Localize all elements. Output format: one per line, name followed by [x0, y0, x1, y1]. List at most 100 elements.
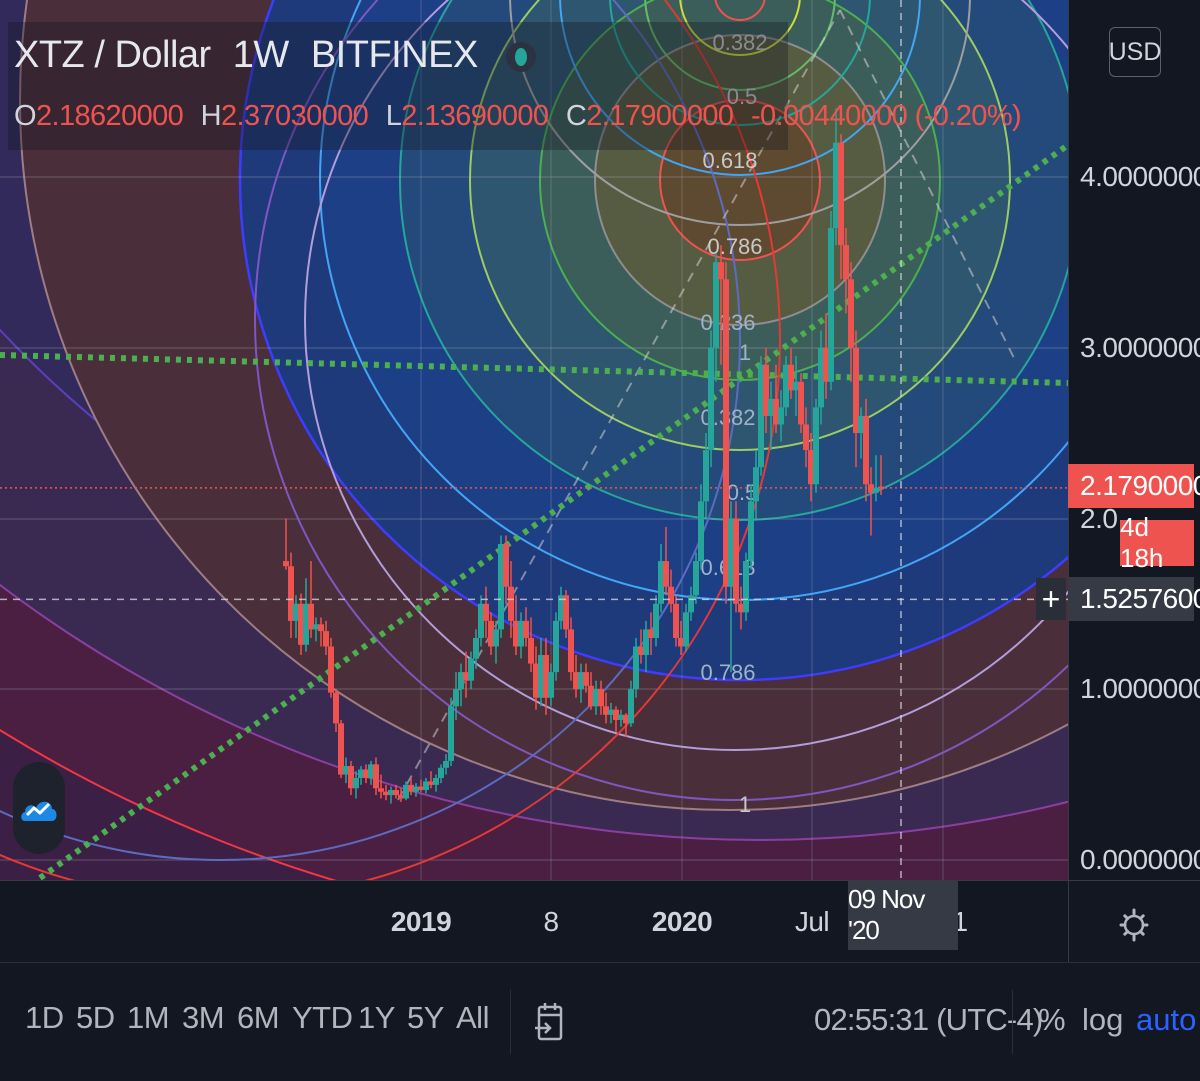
close-value: 2.17900000 [586, 100, 734, 132]
price-label: 1.00000000 [1080, 673, 1200, 704]
symbol-name[interactable]: XTZ / Dollar [14, 34, 211, 76]
candle [743, 552, 749, 621]
candle [328, 637, 334, 698]
currency-button[interactable]: USD [1109, 27, 1161, 77]
candle-body [453, 689, 459, 707]
candle-body [813, 407, 819, 485]
price-label: 4.00000000 [1080, 161, 1200, 192]
tradingview-logo-icon[interactable] [13, 762, 65, 854]
bar-countdown-tag: 4d 18h [1120, 512, 1194, 573]
candle-body [393, 789, 399, 796]
candle-body [803, 424, 809, 451]
open-value: 2.18620000 [35, 100, 184, 132]
candle-body [508, 586, 514, 621]
last-price-tag: 2.17900000 [1068, 464, 1200, 508]
candle-body [683, 612, 689, 647]
time-label: Jul [794, 906, 830, 937]
candle-body [778, 407, 784, 425]
ohlc-values: O2.18620000 H2.37030000 L2.13690000 C2.1… [14, 100, 1031, 133]
range-1m-button[interactable]: 1M [127, 1000, 170, 1036]
time-label: 8 [543, 906, 559, 937]
range-all-button[interactable]: All [456, 1000, 489, 1036]
candle-body [353, 778, 359, 789]
candle-body [323, 631, 329, 647]
fib-level-label: 0.786 [700, 660, 755, 685]
candle-body [438, 767, 444, 779]
candle-body [693, 561, 699, 596]
log-scale-toggle[interactable]: log [1082, 1002, 1123, 1038]
candle-body [468, 658, 474, 681]
candle-body [743, 561, 749, 613]
candle-body [628, 689, 634, 724]
candle-body [733, 518, 739, 604]
fib-level-label: 0.618 [702, 148, 757, 173]
candle-body [843, 245, 849, 280]
candle-body [378, 788, 384, 792]
candle-body [828, 228, 834, 382]
candle-body [753, 467, 759, 502]
candle-body [798, 381, 804, 425]
range-1y-button[interactable]: 1Y [358, 1000, 395, 1036]
time-axis-border [0, 880, 1200, 881]
time-label: 2019 [390, 906, 452, 937]
close-label: C [565, 100, 587, 132]
range-1d-button[interactable]: 1D [25, 1000, 64, 1036]
candle-body [448, 706, 454, 761]
price-label: 3.00000000 [1080, 332, 1200, 363]
candle [798, 373, 804, 433]
high-value: 2.37030000 [221, 100, 369, 132]
clock-timezone[interactable]: 02:55:31 (UTC-4) [814, 1002, 1043, 1038]
candle-body [848, 279, 854, 348]
goto-date-icon[interactable] [534, 1000, 566, 1044]
candle [448, 697, 454, 767]
change-value: -0.00440000 (-0.20%) [750, 100, 1022, 132]
plus-icon[interactable]: + [1036, 578, 1066, 620]
candle-body [698, 501, 704, 562]
candle-body [668, 586, 674, 604]
candle-body [493, 629, 499, 647]
crosshair-date-tag: 09 Nov '20 [848, 880, 958, 950]
candle-body [583, 672, 589, 686]
candle-body [548, 672, 554, 698]
interval-label[interactable]: 1W [233, 34, 290, 76]
gear-icon[interactable] [1118, 906, 1150, 944]
candle-body [718, 262, 724, 280]
candle-body [528, 637, 534, 664]
crosshair-price-tag: 1.52576000 [1068, 577, 1200, 621]
candle-body [553, 620, 559, 673]
symbol-title[interactable]: XTZ / Dollar 1W BITFINEX [14, 34, 548, 77]
candle-body [708, 347, 714, 451]
candle-body [333, 692, 339, 724]
candle-body [283, 561, 289, 567]
candle-body [318, 624, 324, 632]
range-6m-button[interactable]: 6M [237, 1000, 280, 1036]
range-5y-button[interactable]: 5Y [407, 1000, 444, 1036]
toolbar-divider [1012, 990, 1013, 1054]
chart-plot[interactable]: 0.3820.50.6180.78610.2360.3820.50.6180.7… [0, 0, 1200, 1080]
toolbar-divider [510, 990, 511, 1054]
fib-level-label: 1 [739, 792, 751, 817]
candle-body [688, 595, 694, 613]
range-5d-button[interactable]: 5D [76, 1000, 115, 1036]
candle-body [838, 142, 844, 246]
candle [828, 210, 834, 391]
candle-body [568, 629, 574, 673]
candle [553, 612, 559, 681]
candle-body [863, 415, 869, 485]
candle-body [523, 620, 529, 638]
percent-scale-toggle[interactable]: % [1038, 1002, 1066, 1038]
low-label: L [385, 100, 402, 132]
candle-body [673, 603, 679, 638]
status-dot-icon [505, 41, 536, 72]
auto-scale-toggle[interactable]: auto [1136, 1002, 1196, 1038]
exchange-label: BITFINEX [310, 34, 479, 76]
candle-body [653, 603, 659, 638]
range-ytd-button[interactable]: YTD [292, 1000, 353, 1036]
candle-body [598, 689, 604, 707]
range-3m-button[interactable]: 3M [182, 1000, 225, 1036]
candle [708, 330, 714, 468]
candle-body [433, 778, 439, 785]
open-label: O [14, 100, 37, 132]
candle-body [878, 486, 884, 489]
high-label: H [200, 100, 222, 132]
